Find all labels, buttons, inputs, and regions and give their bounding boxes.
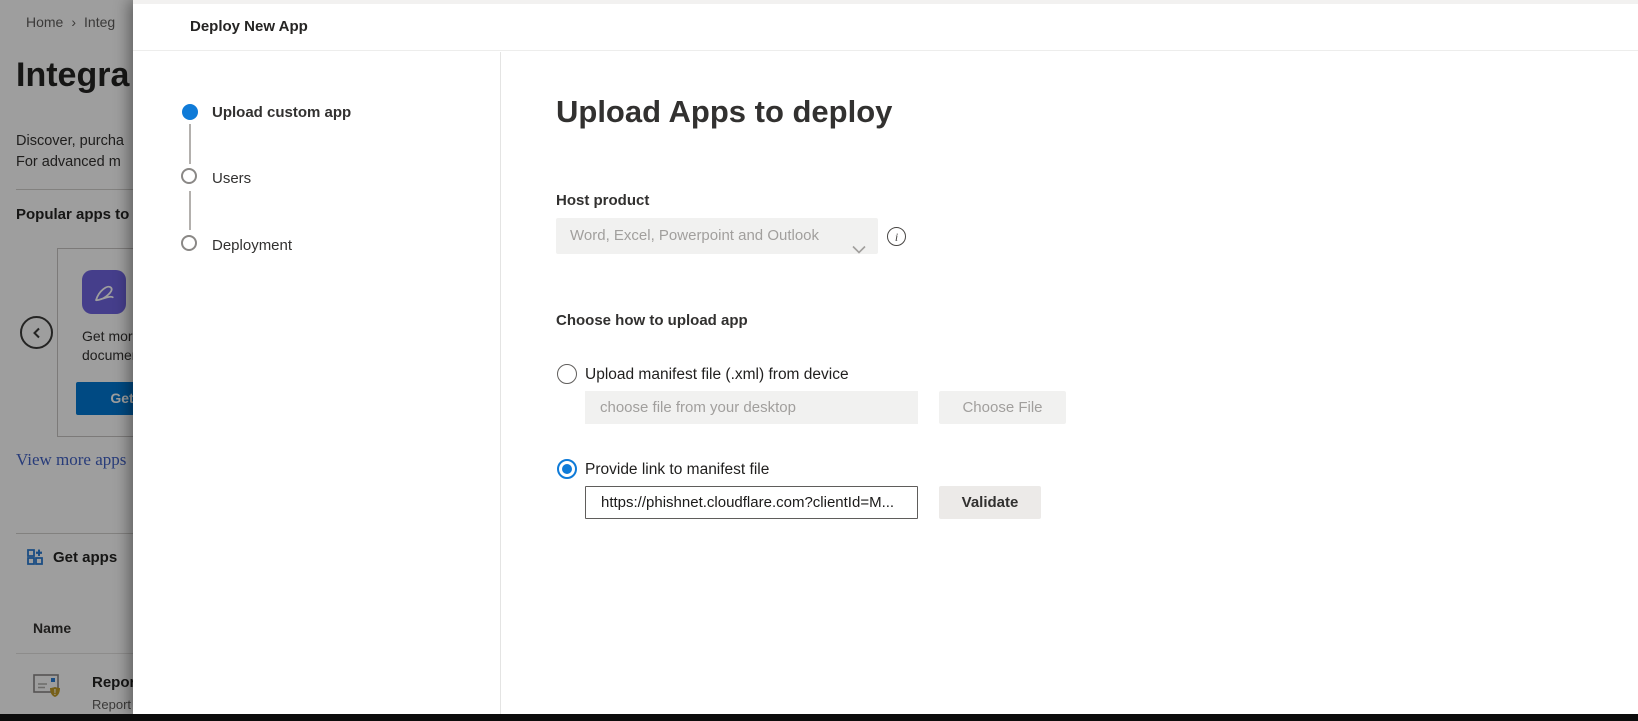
choose-file-button: Choose File [939, 391, 1066, 424]
info-icon[interactable]: i [887, 227, 906, 246]
chevron-down-icon [852, 232, 866, 268]
manifest-file-input [585, 391, 918, 424]
step-label-deployment: Deployment [212, 237, 292, 254]
radio-upload-manifest-file[interactable] [557, 364, 577, 384]
step-label-upload-custom-app: Upload custom app [212, 104, 351, 121]
step-indicator-deployment [181, 235, 197, 251]
step-indicator-users [181, 168, 197, 184]
content-heading: Upload Apps to deploy [556, 94, 892, 130]
radio-provide-link-label[interactable]: Provide link to manifest file [585, 461, 769, 479]
host-product-label: Host product [556, 192, 649, 209]
host-product-dropdown[interactable]: Word, Excel, Powerpoint and Outlook [556, 218, 878, 254]
radio-provide-link[interactable] [557, 459, 577, 479]
step-indicator-upload-custom-app [182, 104, 198, 120]
radio-upload-manifest-file-label[interactable]: Upload manifest file (.xml) from device [585, 366, 849, 384]
panel-header: Deploy New App [133, 4, 1638, 51]
validate-button[interactable]: Validate [939, 486, 1041, 519]
panel-title: Deploy New App [190, 18, 308, 35]
wizard-stepper: Upload custom app Users Deployment [133, 52, 501, 714]
host-product-value: Word, Excel, Powerpoint and Outlook [570, 227, 819, 244]
choose-upload-method-label: Choose how to upload app [556, 312, 748, 329]
step-connector [189, 191, 191, 230]
deploy-new-app-panel: Deploy New App Upload custom app Users D… [133, 0, 1638, 714]
step-connector [189, 124, 191, 164]
manifest-link-input[interactable] [585, 486, 918, 519]
bottom-bar [0, 714, 1638, 721]
step-label-users: Users [212, 170, 251, 187]
